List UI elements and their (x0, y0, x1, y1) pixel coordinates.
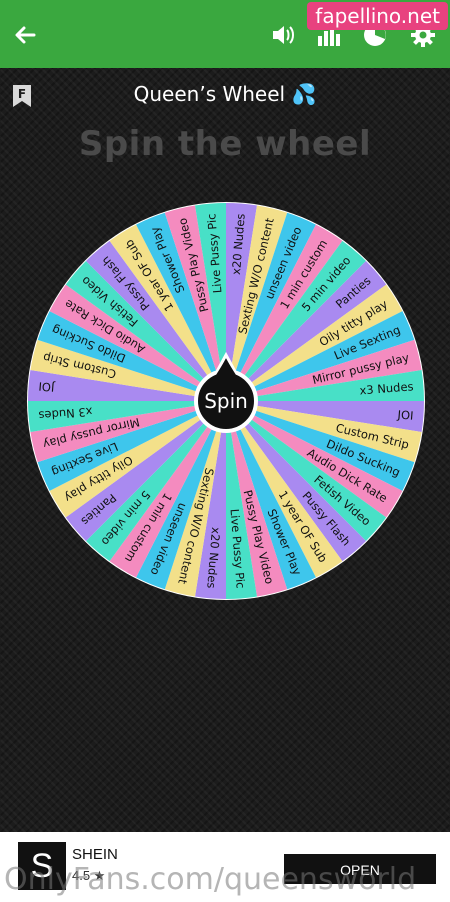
spin-button-label[interactable]: Spin (204, 389, 248, 413)
prize-wheel[interactable]: x20 Nudes Sexting W/O content unseen video… (26, 201, 426, 601)
sound-icon[interactable] (270, 22, 296, 48)
page-subtitle: Spin the wheel (78, 124, 372, 164)
site-watermark: fapellino.net (307, 2, 448, 30)
wheel-segment-label: JOI (396, 407, 414, 422)
onlyfans-watermark: OnlyFans.com/queensworld (4, 862, 417, 897)
page-title: Queen’s Wheel 💦 (133, 82, 317, 106)
back-arrow-icon[interactable] (12, 22, 38, 48)
wheel-graphic[interactable]: x20 NudesSexting W/O contentunseen video… (26, 201, 426, 601)
wheel-segment-label: JOI (38, 379, 56, 394)
ad-app-name: SHEIN (72, 846, 118, 863)
